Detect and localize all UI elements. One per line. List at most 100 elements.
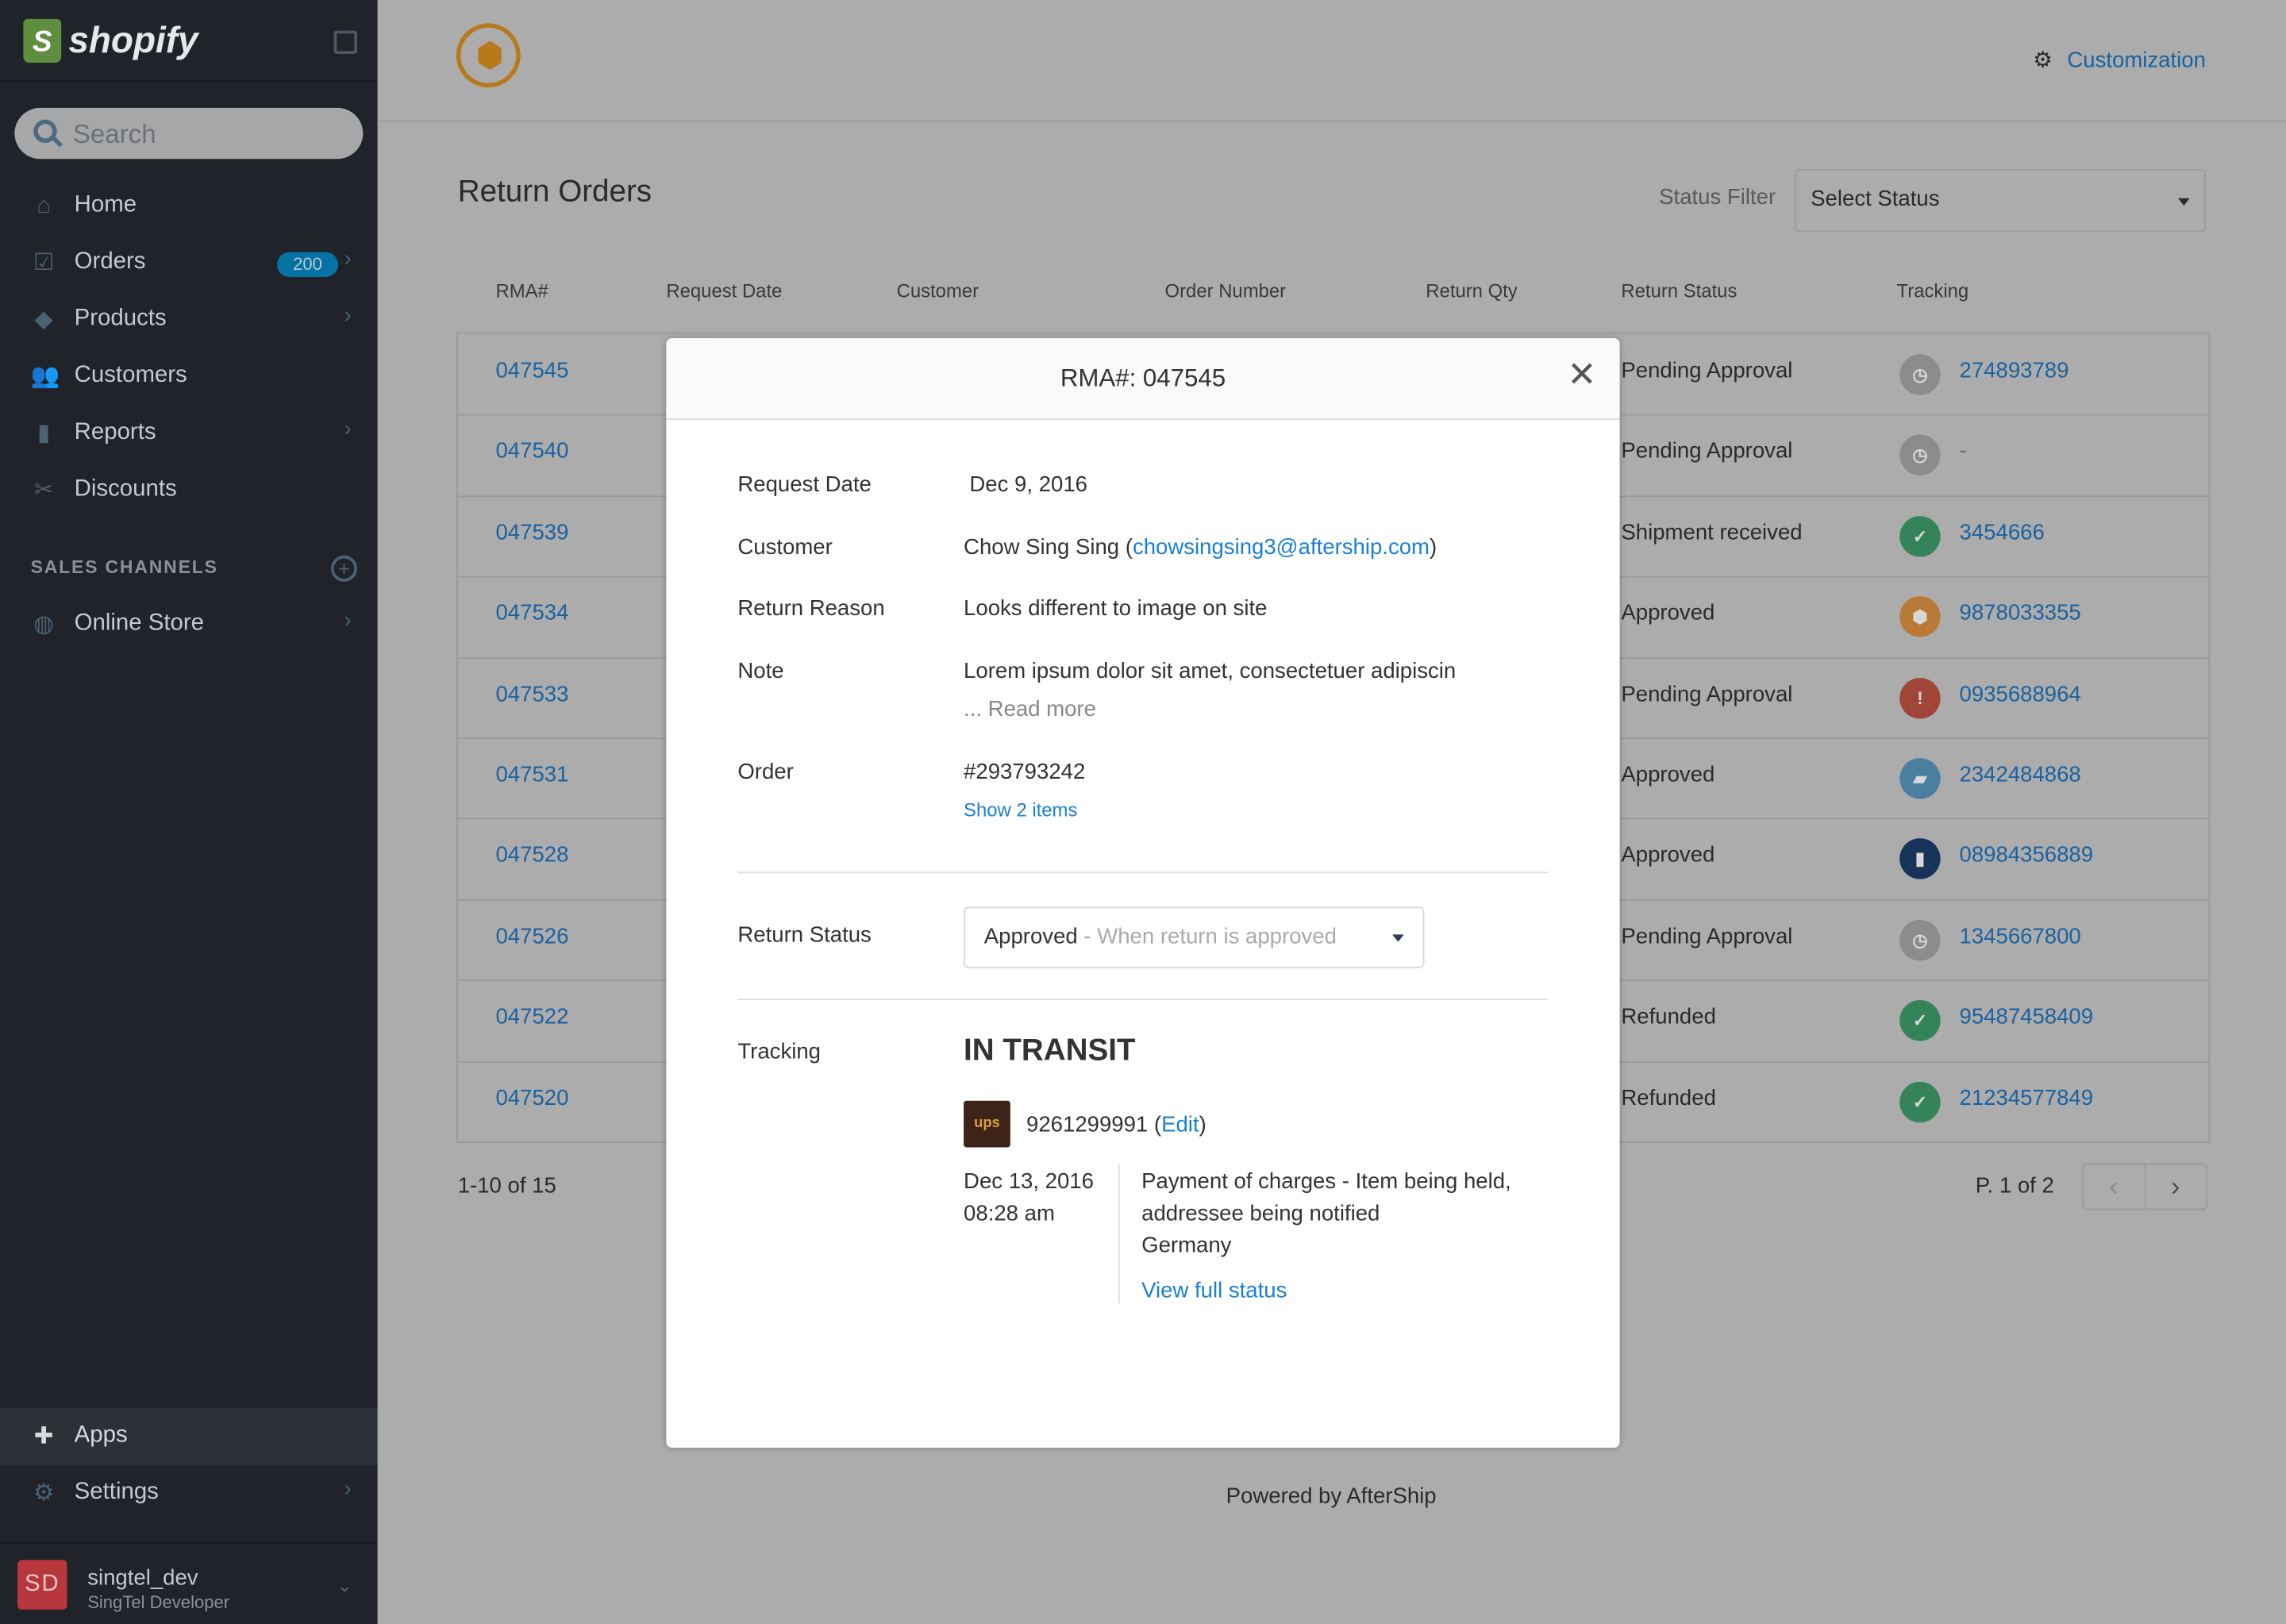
sidebar-item-label: Online Store: [74, 610, 205, 636]
customer-email-link[interactable]: chowsingsing3@aftership.com: [1133, 535, 1430, 560]
search-placeholder: Search: [72, 119, 156, 149]
tracking-link[interactable]: 3454666: [1960, 520, 2045, 545]
prev-page-button[interactable]: ‹: [2084, 1164, 2146, 1209]
check-icon: ✓: [1899, 1081, 1941, 1122]
caret-down-icon: [2178, 198, 2190, 212]
sidebar-item-orders[interactable]: ☑ Orders 200 ›: [0, 235, 378, 292]
sidebar-item-products[interactable]: ◆ Products ›: [0, 291, 378, 348]
rma-link[interactable]: 047533: [495, 682, 568, 706]
next-page-button[interactable]: ›: [2146, 1165, 2206, 1209]
column-header[interactable]: Order Number: [1165, 280, 1287, 302]
powered-by: Powered by AfterShip: [1226, 1484, 1437, 1509]
tracking-link[interactable]: 08984356889: [1960, 843, 2094, 868]
shopify-logo[interactable]: S shopify: [23, 14, 198, 67]
rma-link[interactable]: 047522: [495, 1005, 568, 1029]
sidebar-item-discounts[interactable]: ✂ Discounts: [0, 462, 378, 519]
sidebar-item-customers[interactable]: 👥 Customers: [0, 348, 378, 406]
sidebar-item-reports[interactable]: ▮ Reports ›: [0, 406, 378, 463]
tracking-link[interactable]: 274893789: [1960, 359, 2069, 383]
tracking-link[interactable]: -: [1960, 440, 1967, 464]
rma-detail-modal: RMA#: 047545 ✕ Request Date Dec 9, 2016 …: [666, 338, 1620, 1448]
read-more-link[interactable]: ... Read more: [964, 697, 1096, 722]
rma-link[interactable]: 047520: [495, 1086, 568, 1110]
check-icon: ✓: [1899, 515, 1941, 557]
gear-icon: ⚙: [2033, 48, 2053, 73]
column-header[interactable]: RMA#: [495, 280, 548, 302]
chevron-down-icon[interactable]: ⌄: [337, 1575, 352, 1598]
shop-name: SingTel Developer: [87, 1591, 230, 1613]
tracking-link[interactable]: 2342484868: [1960, 763, 2081, 787]
scissors-icon: ✂: [33, 478, 54, 503]
column-header[interactable]: Request Date: [666, 280, 782, 302]
chevron-right-icon: ›: [344, 303, 352, 329]
column-header[interactable]: Tracking: [1897, 280, 1969, 302]
sidebar: S shopify Search ⌂ Home ☑ Orders 200 › ◆…: [0, 0, 378, 1624]
tracking-link[interactable]: 0935688964: [1960, 682, 2081, 706]
user-name[interactable]: singtel_dev: [87, 1566, 198, 1591]
rma-link[interactable]: 047534: [495, 601, 568, 625]
add-channel-icon[interactable]: +: [330, 555, 357, 582]
document-icon: ▮: [1899, 838, 1941, 880]
tracking-link[interactable]: 1345667800: [1960, 924, 2081, 949]
return-status: Approved: [1621, 762, 1715, 787]
rma-link[interactable]: 047531: [495, 763, 568, 787]
divider: [0, 80, 378, 82]
rma-link[interactable]: 047545: [495, 359, 568, 383]
view-full-status-link[interactable]: View full status: [1141, 1279, 1287, 1303]
return-status: Pending Approval: [1621, 681, 1793, 707]
tracking-link[interactable]: 9878033355: [1960, 601, 2081, 625]
divider: [0, 1542, 378, 1545]
bar-chart-icon: ▮: [37, 421, 51, 447]
request-date-label: Request Date: [737, 472, 872, 498]
column-header[interactable]: Return Status: [1621, 280, 1737, 302]
checkpoint-datetime: Dec 13, 2016 08:28 am: [964, 1166, 1094, 1230]
exclamation-icon: !: [1899, 677, 1941, 718]
sidebar-item-label: Home: [74, 192, 137, 217]
rma-link[interactable]: 047528: [495, 843, 568, 868]
chevron-right-icon: ›: [344, 607, 352, 633]
modal-header: RMA#: 047545 ✕: [666, 338, 1620, 420]
return-status-select[interactable]: Approved - When return is approved: [964, 906, 1425, 968]
return-status: Refunded: [1621, 1004, 1716, 1030]
rma-link[interactable]: 047540: [495, 440, 568, 464]
search-input[interactable]: Search: [14, 107, 364, 160]
globe-icon: ◍: [33, 612, 54, 637]
column-header[interactable]: Return Qty: [1426, 280, 1517, 302]
home-icon: ⌂: [37, 194, 51, 219]
return-reason-label: Return Reason: [737, 596, 885, 622]
status-filter-select[interactable]: Select Status: [1794, 169, 2206, 233]
customization-link[interactable]: ⚙ Customization: [2033, 47, 2206, 73]
returns-app-logo-icon: [456, 23, 521, 88]
tracking-link[interactable]: 21234577849: [1960, 1086, 2094, 1110]
request-date-value: Dec 9, 2016: [969, 472, 1087, 498]
clock-icon: ◷: [1899, 919, 1941, 961]
ups-logo-icon: ups: [964, 1100, 1010, 1148]
sidebar-item-label: Orders: [74, 249, 146, 275]
tracking-link[interactable]: 95487458409: [1960, 1005, 2094, 1029]
edit-tracking-link[interactable]: Edit: [1161, 1112, 1199, 1137]
truck-icon: ▰: [1899, 758, 1941, 799]
note-label: Note: [737, 659, 784, 684]
sidebar-item-label: Settings: [74, 1480, 159, 1505]
return-status: Shipment received: [1621, 520, 1803, 545]
sidebar-item-apps[interactable]: ✚ Apps: [0, 1408, 378, 1465]
return-status-description: - When return is approved: [1077, 924, 1337, 949]
return-status: Approved: [1621, 843, 1715, 868]
tracking-label: Tracking: [737, 1039, 822, 1064]
avatar[interactable]: SD: [17, 1560, 67, 1610]
rma-link[interactable]: 047539: [495, 520, 568, 545]
sidebar-item-online-store[interactable]: ◍ Online Store ›: [0, 596, 378, 653]
close-icon[interactable]: ✕: [1567, 358, 1596, 394]
sidebar-item-settings[interactable]: ⚙ Settings ›: [0, 1465, 378, 1522]
sidebar-item-home[interactable]: ⌂ Home: [0, 178, 378, 235]
external-link-icon[interactable]: [333, 30, 357, 54]
rma-link[interactable]: 047526: [495, 924, 568, 949]
column-header[interactable]: Customer: [897, 280, 979, 302]
page-indicator: P. 1 of 2: [1975, 1173, 2054, 1199]
show-items-link[interactable]: Show 2 items: [964, 799, 1077, 822]
gear-icon: ⚙: [33, 1481, 55, 1507]
return-status: Approved: [1621, 601, 1715, 626]
customization-label: Customization: [2067, 48, 2206, 73]
puzzle-icon: ✚: [33, 1424, 54, 1449]
box-icon: ⬢: [1899, 596, 1941, 637]
